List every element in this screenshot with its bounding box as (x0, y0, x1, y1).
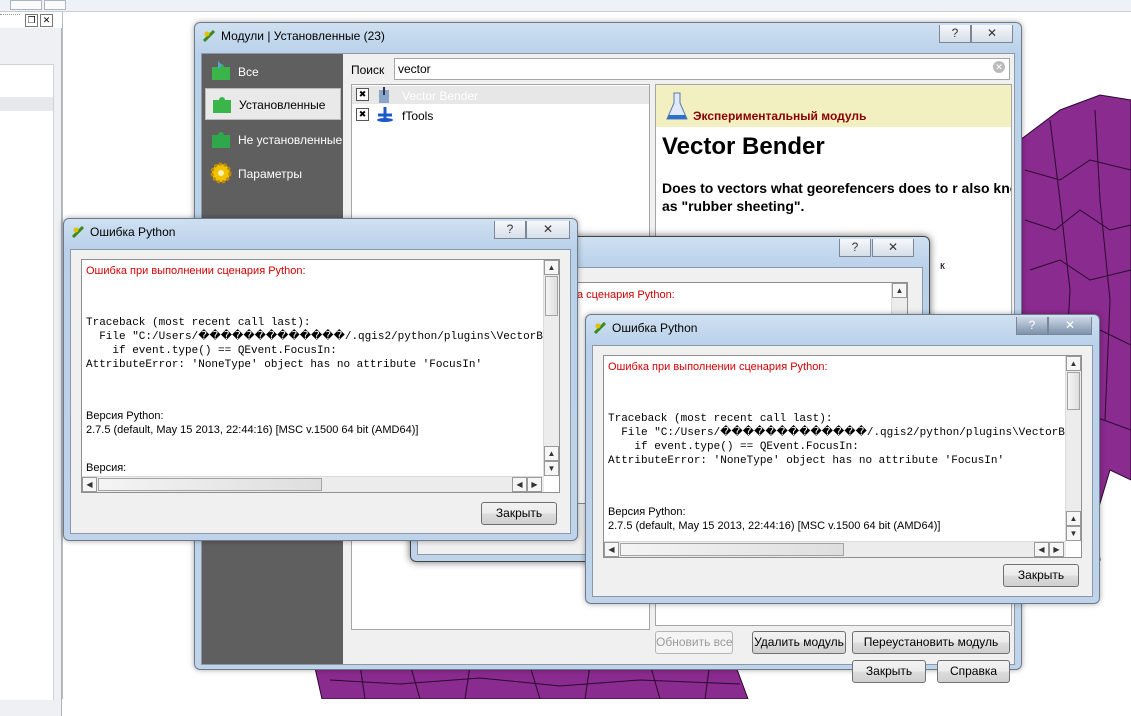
remove-plugin-button[interactable]: Удалить модуль (752, 631, 846, 654)
reinstall-plugin-button[interactable]: Переустановить модуль (852, 631, 1010, 654)
experimental-label: Экспериментальный модуль (693, 109, 867, 123)
help-title-button[interactable]: ? (839, 239, 871, 257)
close-button[interactable]: Закрыть (481, 502, 557, 525)
error-text-area[interactable]: Ошибка при выполнении сценария Python: T… (603, 355, 1082, 558)
experimental-banner: Экспериментальный модуль (656, 85, 1011, 127)
scroll-left-icon[interactable]: ◀ (512, 477, 527, 492)
traceback-text: Traceback (most recent call last): File … (608, 413, 1065, 467)
sidebar-item-label: Установленные (239, 98, 326, 112)
plugin-list-item-selected[interactable]: ✖ Vector Bender (352, 86, 649, 104)
scroll-down-icon[interactable]: ▼ (1066, 526, 1081, 541)
plugin-name: Vector Bender (402, 89, 479, 103)
help-title-button[interactable]: ? (494, 221, 526, 239)
help-button[interactable]: Справка (937, 660, 1010, 683)
plugin-name: fTools (402, 109, 434, 123)
sidebar-item-label: Не установленные (238, 133, 343, 147)
error-heading: Ошибка при выполнении сценария Python: (608, 361, 828, 373)
horizontal-scrollbar[interactable]: ◀ ◀ ▶ (604, 541, 1066, 557)
python-error-dialog-right: Ошибка Python ? ✕ Ошибка при выполнении … (585, 314, 1100, 604)
scroll-thumb[interactable] (98, 478, 322, 491)
scroll-up-icon[interactable]: ▲ (892, 283, 907, 298)
scroll-left-icon[interactable]: ◀ (1034, 542, 1049, 557)
puzzle-installed-icon (213, 97, 231, 113)
scroll-thumb[interactable] (1067, 372, 1080, 410)
qgis-logo-icon (72, 226, 84, 238)
gear-icon (210, 162, 232, 184)
sidebar-item-not-installed[interactable]: Не установленные (205, 124, 343, 154)
sidebar-item-settings[interactable]: Параметры (205, 158, 339, 188)
sidebar-item-label: Параметры (238, 167, 302, 181)
error-heading-fragment: а сценария Python: (577, 289, 675, 301)
python-version-label: Версия Python: (86, 410, 164, 422)
sidebar-item-installed[interactable]: Установленные (205, 88, 341, 120)
close-title-button[interactable]: ✕ (1048, 317, 1092, 335)
sidebar-item-all[interactable]: Все (205, 56, 339, 86)
window-title: Модули | Установленные (23) (221, 29, 385, 43)
puzzle-all-icon (212, 61, 230, 80)
search-label: Поиск (351, 63, 385, 77)
python-version-label: Версия Python: (608, 506, 686, 518)
plugin-checkbox[interactable]: ✖ (356, 88, 369, 101)
text-fragment: к (940, 260, 945, 272)
python-error-dialog-left: Ошибка Python ? ✕ Ошибка при выполнении … (63, 218, 578, 541)
version-label: Версия: (86, 462, 127, 474)
vertical-scrollbar[interactable]: ▲ ▲ ▼ (543, 260, 559, 476)
plugin-description: Does to vectors what georefencers does t… (662, 180, 1012, 214)
plugin-title: Vector Bender (662, 133, 825, 160)
close-button[interactable]: Закрыть (1003, 564, 1079, 587)
vector-bender-icon (379, 87, 389, 103)
scroll-left-icon[interactable]: ◀ (82, 477, 97, 492)
scroll-down-icon[interactable]: ▼ (544, 461, 559, 476)
error-dialog-body: Ошибка при выполнении сценария Python: T… (70, 249, 571, 534)
python-version-value: 2.7.5 (default, May 15 2013, 22:44:16) [… (86, 424, 419, 436)
scroll-thumb[interactable] (545, 276, 558, 316)
horizontal-scrollbar[interactable]: ◀ ◀ ▶ (82, 476, 544, 492)
puzzle-not-installed-icon (212, 132, 230, 148)
flask-icon (666, 92, 688, 120)
clear-search-icon[interactable]: ✕ (993, 61, 1005, 73)
close-button[interactable]: Закрыть (852, 660, 926, 683)
dialog-title: Ошибка Python (90, 225, 176, 239)
traceback-text: Traceback (most recent call last): File … (86, 317, 543, 371)
scroll-thumb[interactable] (620, 543, 844, 556)
scroll-left-icon[interactable]: ◀ (604, 542, 619, 557)
vertical-scrollbar[interactable]: ▲ ▲ ▼ (1065, 356, 1081, 541)
close-title-button[interactable]: ✕ (872, 239, 914, 257)
scroll-up-icon[interactable]: ▲ (1066, 511, 1081, 526)
close-title-button[interactable]: ✕ (971, 25, 1013, 43)
error-text-area[interactable]: Ошибка при выполнении сценария Python: T… (81, 259, 560, 493)
update-all-button[interactable]: Обновить все (655, 631, 733, 654)
close-title-button[interactable]: ✕ (526, 221, 570, 239)
scroll-up-icon[interactable]: ▲ (544, 446, 559, 461)
scroll-right-icon[interactable]: ▶ (527, 477, 542, 492)
scroll-up-icon[interactable]: ▲ (1066, 356, 1081, 371)
sidebar-item-label: Все (238, 65, 259, 79)
help-title-button[interactable]: ? (939, 25, 971, 43)
plugin-checkbox[interactable]: ✖ (356, 108, 369, 121)
search-input[interactable]: vector ✕ (394, 58, 1010, 80)
ftools-icon (377, 107, 393, 122)
python-version-value: 2.7.5 (default, May 15 2013, 22:44:16) [… (608, 520, 941, 532)
qgis-logo-icon (594, 322, 606, 334)
scroll-up-icon[interactable]: ▲ (544, 260, 559, 275)
error-dialog-body: Ошибка при выполнении сценария Python: T… (592, 345, 1093, 597)
error-heading: Ошибка при выполнении сценария Python: (86, 265, 306, 277)
scroll-right-icon[interactable]: ▶ (1049, 542, 1064, 557)
dialog-title: Ошибка Python (612, 321, 698, 335)
search-input-value: vector (398, 62, 431, 76)
plugin-list-item[interactable]: ✖ fTools (352, 106, 649, 124)
qgis-logo-icon (203, 30, 215, 42)
help-title-button[interactable]: ? (1016, 317, 1048, 335)
